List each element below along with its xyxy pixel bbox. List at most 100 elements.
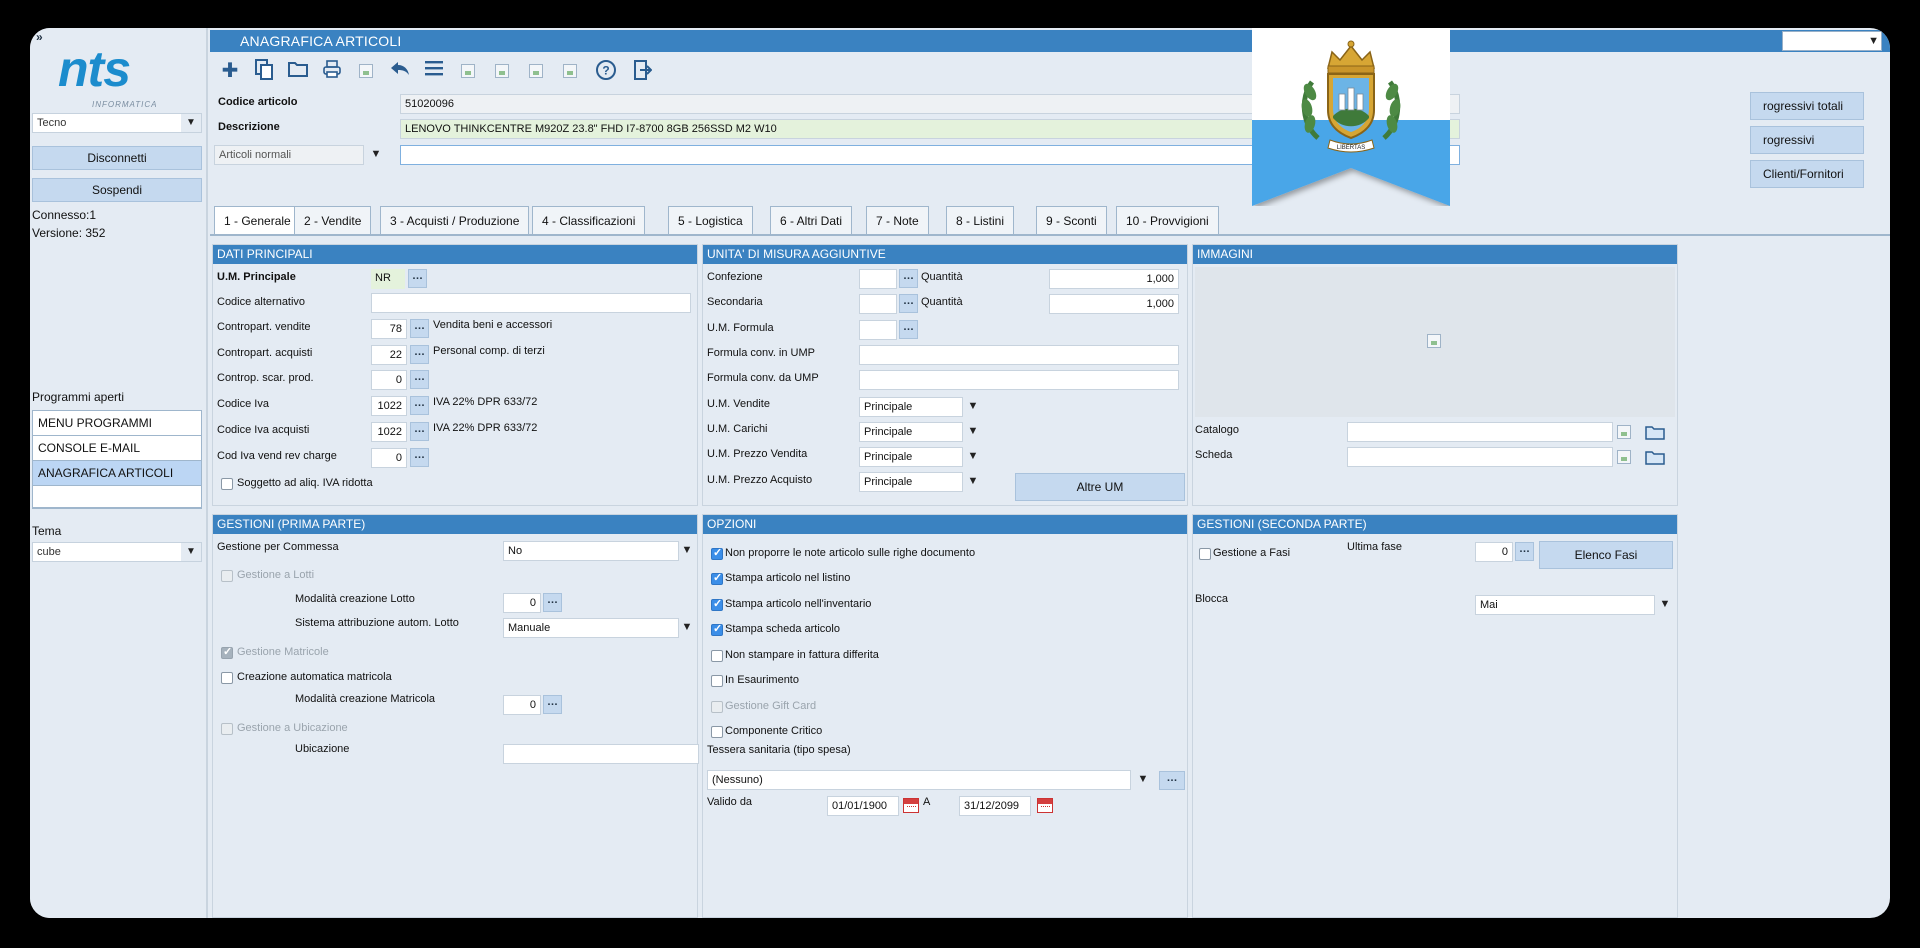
image-preview-area[interactable] [1195, 267, 1675, 417]
valido-da-field[interactable]: 01/01/1900 [827, 796, 899, 816]
tab-altri-dati[interactable]: 6 - Altri Dati [770, 206, 853, 234]
option-checkbox[interactable] [711, 622, 723, 636]
image-placeholder-icon[interactable] [524, 59, 548, 83]
image-placeholder-icon[interactable] [354, 59, 378, 83]
image-placeholder-icon[interactable] [456, 59, 480, 83]
codice-iva-acquisti-lookup-button[interactable]: … [410, 422, 429, 441]
tab-provvigioni[interactable]: 10 - Provvigioni [1116, 206, 1219, 234]
secondaria-field[interactable] [859, 294, 897, 314]
open-program-item-empty[interactable] [33, 486, 201, 508]
controp-scar-prod-lookup-button[interactable]: … [410, 370, 429, 389]
open-program-item[interactable]: CONSOLE E-MAIL [33, 436, 201, 461]
open-folder-icon[interactable] [286, 59, 310, 83]
calendar-icon[interactable] [1037, 798, 1053, 813]
catalogo-image-button[interactable] [1617, 420, 1641, 442]
gestione-fasi-checkbox[interactable] [1199, 548, 1211, 560]
scheda-field[interactable] [1347, 447, 1613, 467]
formula-conv-ump-field[interactable] [859, 345, 1179, 365]
modalita-matricola-lookup-button[interactable]: … [543, 695, 562, 714]
add-icon[interactable]: ✚ [218, 59, 242, 83]
gestione-ubicazione-checkbox[interactable] [221, 723, 233, 735]
theme-select[interactable]: cube ▼ [32, 542, 202, 562]
gestione-commessa-select[interactable]: No [503, 541, 679, 561]
codice-iva-acquisti-field[interactable]: 1022 [371, 422, 407, 442]
image-placeholder-icon[interactable] [490, 59, 514, 83]
scheda-folder-icon[interactable] [1645, 449, 1665, 465]
creazione-matricola-checkbox[interactable] [221, 672, 233, 684]
tab-classificazioni[interactable]: 4 - Classificazioni [532, 206, 646, 234]
list-menu-icon[interactable] [422, 59, 446, 83]
contropart-acquisti-field[interactable]: 22 [371, 345, 407, 365]
modalita-lotto-field[interactable]: 0 [503, 593, 541, 613]
um-prezzo-acquisto-select[interactable]: Principale [859, 472, 963, 492]
cod-iva-rev-charge-lookup-button[interactable]: … [410, 448, 429, 467]
catalogo-folder-icon[interactable] [1645, 424, 1665, 440]
um-formula-lookup-button[interactable]: … [899, 320, 918, 339]
controp-scar-prod-field[interactable]: 0 [371, 370, 407, 390]
scheda-image-button[interactable] [1617, 445, 1641, 467]
open-program-item-active[interactable]: ANAGRAFICA ARTICOLI [33, 461, 201, 486]
progressivi-totali-button[interactable]: rogressivi totali [1750, 92, 1864, 120]
modalita-lotto-lookup-button[interactable]: … [543, 593, 562, 612]
tessera-sanitaria-lookup-button[interactable]: … [1159, 771, 1185, 790]
option-checkbox[interactable] [711, 701, 723, 713]
clienti-fornitori-button[interactable]: Clienti/Fornitori [1750, 160, 1864, 188]
option-checkbox[interactable] [711, 650, 723, 662]
undo-icon[interactable] [388, 59, 412, 83]
confezione-lookup-button[interactable]: … [899, 269, 918, 288]
tab-logistica[interactable]: 5 - Logistica [668, 206, 753, 234]
calendar-icon[interactable] [903, 798, 919, 813]
copy-icon[interactable] [252, 59, 276, 83]
um-principale-lookup-button[interactable]: … [408, 269, 427, 288]
chevron-down-icon[interactable]: ▼ [965, 450, 981, 462]
elenco-fasi-button[interactable]: Elenco Fasi [1539, 541, 1673, 569]
quantita-field-1[interactable]: 1,000 [1049, 269, 1179, 289]
quantita-field-2[interactable]: 1,000 [1049, 294, 1179, 314]
altre-um-button[interactable]: Altre UM [1015, 473, 1185, 501]
cod-iva-rev-charge-field[interactable]: 0 [371, 448, 407, 468]
suspend-button[interactable]: Sospendi [32, 178, 202, 202]
confezione-field[interactable] [859, 269, 897, 289]
chevron-down-icon[interactable]: ▼ [679, 544, 695, 556]
modalita-matricola-field[interactable]: 0 [503, 695, 541, 715]
chevron-down-icon[interactable]: ▼ [965, 400, 981, 412]
top-right-combo[interactable]: ▼ [1782, 31, 1882, 51]
option-checkbox[interactable] [711, 597, 723, 611]
ultima-fase-field[interactable]: 0 [1475, 542, 1513, 562]
option-checkbox[interactable] [711, 546, 723, 560]
gestione-lotti-checkbox[interactable] [221, 570, 233, 582]
open-program-item[interactable]: MENU PROGRAMMI [33, 411, 201, 436]
chevron-down-icon[interactable]: ▼ [1657, 598, 1673, 610]
blocca-select[interactable]: Mai [1475, 595, 1655, 615]
um-carichi-select[interactable]: Principale [859, 422, 963, 442]
codice-alternativo-field[interactable] [371, 293, 691, 313]
aliq-iva-ridotta-checkbox[interactable] [221, 478, 233, 490]
company-select[interactable]: Tecno ▼ [32, 113, 202, 133]
secondaria-lookup-button[interactable]: … [899, 294, 918, 313]
tab-sconti[interactable]: 9 - Sconti [1036, 206, 1107, 234]
um-vendite-select[interactable]: Principale [859, 397, 963, 417]
codice-iva-lookup-button[interactable]: … [410, 396, 429, 415]
tab-vendite[interactable]: 2 - Vendite [294, 206, 372, 234]
option-checkbox[interactable] [711, 675, 723, 687]
chevron-down-icon[interactable]: ▼ [368, 148, 384, 160]
contropart-vendite-field[interactable]: 78 [371, 319, 407, 339]
disconnect-button[interactable]: Disconnetti [32, 146, 202, 170]
contropart-vendite-lookup-button[interactable]: … [410, 319, 429, 338]
chevron-down-icon[interactable]: ▼ [1135, 773, 1151, 785]
collapse-sidebar-icon[interactable]: » [36, 30, 43, 44]
chevron-down-icon[interactable]: ▼ [679, 621, 695, 633]
tessera-sanitaria-select[interactable]: (Nessuno) [707, 770, 1131, 790]
sistema-lotto-select[interactable]: Manuale [503, 618, 679, 638]
help-icon[interactable]: ? [594, 59, 618, 83]
print-icon[interactable] [320, 59, 344, 83]
chevron-down-icon[interactable]: ▼ [965, 475, 981, 487]
progressivi-button[interactable]: rogressivi [1750, 126, 1864, 154]
catalogo-field[interactable] [1347, 422, 1613, 442]
option-checkbox[interactable] [711, 571, 723, 585]
option-checkbox[interactable] [711, 726, 723, 738]
um-prezzo-vendita-select[interactable]: Principale [859, 447, 963, 467]
gestione-matricole-checkbox[interactable] [221, 645, 233, 659]
ubicazione-field[interactable] [503, 744, 699, 764]
codice-iva-field[interactable]: 1022 [371, 396, 407, 416]
